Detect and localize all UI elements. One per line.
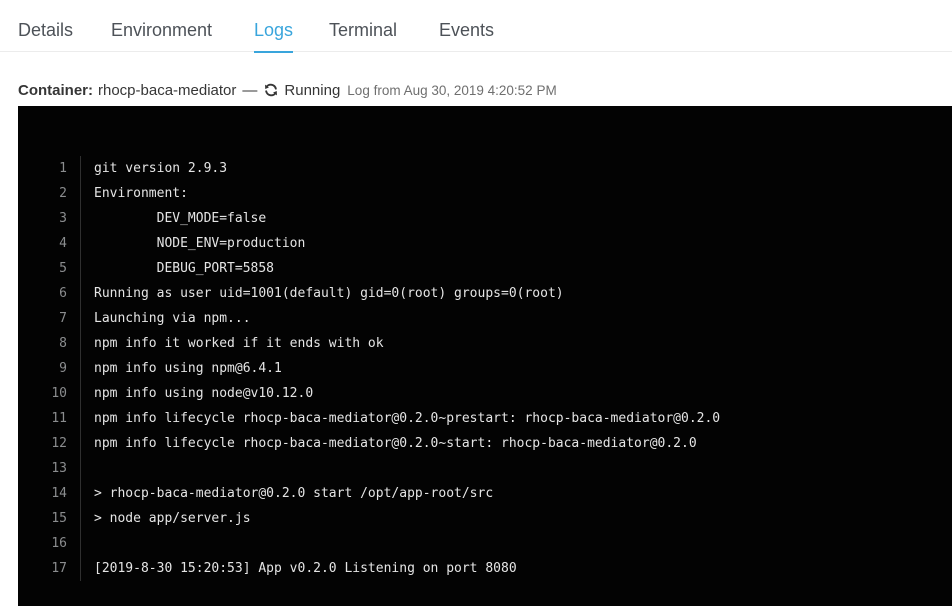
- log-line-text: Environment:: [80, 181, 952, 206]
- log-line: 6 Running as user uid=1001(default) gid=0…: [18, 281, 952, 306]
- log-line: 7 Launching via npm...: [18, 306, 952, 331]
- container-label: Container:: [18, 81, 93, 99]
- log-line: 9 npm info using npm@6.4.1: [18, 356, 952, 381]
- log-line-number: 16: [51, 536, 67, 551]
- log-line: 2 Environment:: [18, 181, 952, 206]
- log-line-number: 17: [51, 561, 67, 576]
- log-line-text: [80, 531, 952, 556]
- log-line-text: npm info using npm@6.4.1: [80, 356, 952, 381]
- log-line-number: 12: [51, 436, 67, 451]
- log-line-number: 13: [51, 461, 67, 476]
- sync-icon: [263, 82, 279, 98]
- log-line-text: npm info using node@v10.12.0: [80, 381, 952, 406]
- log-line-number: 5: [59, 261, 67, 276]
- container-state: Running: [284, 81, 341, 99]
- log-line-text: [80, 456, 952, 481]
- log-line: 16: [18, 531, 952, 556]
- log-line-text: npm info lifecycle rhocp-baca-mediator@0…: [80, 406, 952, 431]
- separator: —: [242, 81, 258, 99]
- log-line-number: 4: [59, 236, 67, 251]
- tab-environment[interactable]: Environment: [111, 19, 212, 52]
- log-line: 8 npm info it worked if it ends with ok: [18, 331, 952, 356]
- log-line-text: npm info it worked if it ends with ok: [80, 331, 952, 356]
- log-line-number: 10: [51, 386, 67, 401]
- log-line-number: 11: [51, 411, 67, 426]
- tab-details[interactable]: Details: [18, 19, 73, 52]
- log-line: 12 npm info lifecycle rhocp-baca-mediator…: [18, 431, 952, 456]
- log-status-line: Container: rhocp-baca-mediator — Running…: [18, 79, 557, 101]
- log-line-number: 3: [59, 211, 67, 226]
- log-line: 15 > node app/server.js: [18, 506, 952, 531]
- log-line: 5 DEBUG_PORT=5858: [18, 256, 952, 281]
- log-line-text: Running as user uid=1001(default) gid=0(…: [80, 281, 952, 306]
- log-line: 11 npm info lifecycle rhocp-baca-mediator…: [18, 406, 952, 431]
- log-line: 17 [2019-8-30 15:20:53] App v0.2.0 Listen…: [18, 556, 952, 581]
- log-line: 4 NODE_ENV=production: [18, 231, 952, 256]
- log-line: 3 DEV_MODE=false: [18, 206, 952, 231]
- log-line-text: Launching via npm...: [80, 306, 952, 331]
- log-line-number: 15: [51, 511, 67, 526]
- log-line-text: NODE_ENV=production: [80, 231, 952, 256]
- log-line-number: 6: [59, 286, 67, 301]
- tab-terminal[interactable]: Terminal: [329, 19, 397, 52]
- log-timestamp: Log from Aug 30, 2019 4:20:52 PM: [347, 82, 557, 98]
- log-line-text: [2019-8-30 15:20:53] App v0.2.0 Listenin…: [80, 556, 952, 581]
- tab-logs[interactable]: Logs: [254, 19, 294, 53]
- log-line-text: DEBUG_PORT=5858: [80, 256, 952, 281]
- container-name: rhocp-baca-mediator: [98, 81, 237, 99]
- log-line-text: > node app/server.js: [80, 506, 952, 531]
- log-line-number: 7: [59, 311, 67, 326]
- log-line: 13: [18, 456, 952, 481]
- log-line-number: 2: [59, 186, 67, 201]
- log-line-number: 8: [59, 336, 67, 351]
- log-line: 1 git version 2.9.3: [18, 156, 952, 181]
- log-line: 14 > rhocp-baca-mediator@0.2.0 start /opt…: [18, 481, 952, 506]
- log-line-text: DEV_MODE=false: [80, 206, 952, 231]
- log-line-text: git version 2.9.3: [80, 156, 952, 181]
- log-line-text: npm info lifecycle rhocp-baca-mediator@0…: [80, 431, 952, 456]
- log-viewer[interactable]: 1 git version 2.9.3 2 Environment: 3 DEV_MOD…: [18, 106, 952, 606]
- log-line-number: 1: [59, 161, 67, 176]
- tab-bar: Details Environment Logs Terminal Events: [0, 0, 952, 53]
- log-line-number: 14: [51, 486, 67, 501]
- log-line: 10 npm info using node@v10.12.0: [18, 381, 952, 406]
- log-line-text: > rhocp-baca-mediator@0.2.0 start /opt/a…: [80, 481, 952, 506]
- log-line-number: 9: [59, 361, 67, 376]
- tab-events[interactable]: Events: [439, 19, 494, 52]
- log-lines: 1 git version 2.9.3 2 Environment: 3 DEV_MOD…: [18, 156, 952, 581]
